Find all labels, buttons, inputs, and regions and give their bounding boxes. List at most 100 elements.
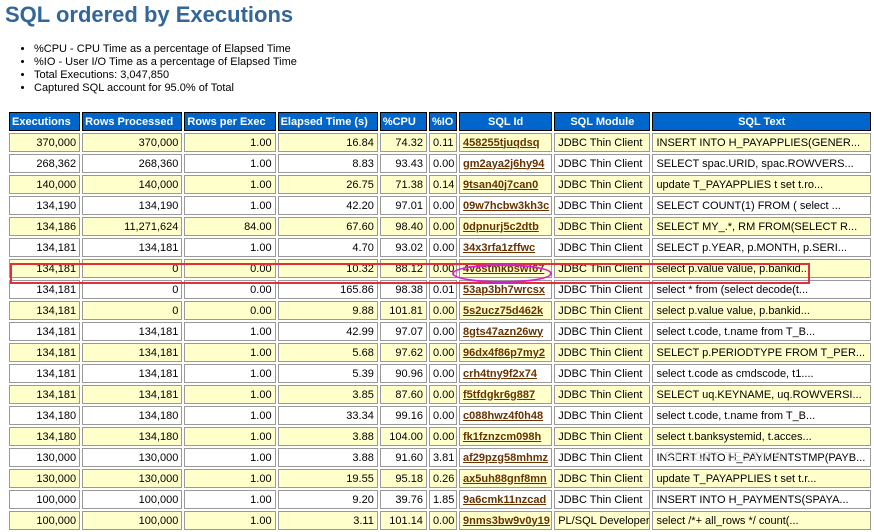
cell-rows-processed: 100,000 [82,511,183,530]
table-row: 134,181 134,181 1.00 5.39 90.96 0.00 crh4tny9f… [9,364,871,383]
cell-io: 0.00 [428,364,457,383]
cell-elapsed-time: 3.88 [277,448,378,467]
cell-cpu: 101.81 [379,301,427,320]
cell-sql-text: SELECT spac.URID, spac.ROWVERS... [652,154,871,173]
cell-sql-id: ax5uh88gnf8mn [459,469,553,488]
cell-rows-processed: 130,000 [82,469,183,488]
cell-rows-processed: 134,181 [82,238,183,257]
cell-elapsed-time: 165.86 [277,280,378,299]
sql-id-link[interactable]: 53ap3bh7wrcsx [463,284,545,296]
table-row: 134,181 134,181 1.00 5.68 97.62 0.00 96dx4f86p… [9,343,871,362]
cell-cpu: 74.32 [379,133,427,152]
sql-id-link[interactable]: 9tsan40j7can0 [463,179,538,191]
cell-cpu: 104.00 [379,427,427,446]
cell-io: 0.00 [428,343,457,362]
cell-sql-text: SELECT p.YEAR, p.MONTH, p.SERI... [652,238,871,257]
cell-sql-module: JDBC Thin Client [554,469,651,488]
note-total-executions: Total Executions: 3,047,850 [34,69,297,82]
cell-sql-module: JDBC Thin Client [554,196,651,215]
sql-id-link[interactable]: 458255tjuqdsq [463,137,539,149]
sql-id-link[interactable]: crh4tny9f2x74 [463,368,537,380]
cell-sql-text: select t.code, t.name from T_B... [652,322,871,341]
cell-sql-id: 8gts47azn26wy [459,322,553,341]
cell-elapsed-time: 10.32 [277,259,378,278]
header-sql-text: SQL Text [652,112,871,131]
cell-sql-text: select /*+ all_rows */ count(... [652,511,871,530]
sql-id-link[interactable]: gm2aya2j6hy94 [463,158,544,170]
sql-id-link[interactable]: 96dx4f86p7my2 [463,347,545,359]
cell-sql-text: SELECT uq.KEYNAME, uq.ROWVERSI... [652,385,871,404]
cell-elapsed-time: 3.11 [277,511,378,530]
cell-sql-text: select p.value value, p.bankid... [652,301,871,320]
cell-sql-module: JDBC Thin Client [554,280,651,299]
cell-cpu: 99.16 [379,406,427,425]
cell-sql-module: JDBC Thin Client [554,133,651,152]
sql-id-link[interactable]: 4v8stmkbswf67 [463,263,544,275]
cell-sql-id: 4v8stmkbswf67 [459,259,553,278]
cell-rows-per-exec: 1.00 [184,511,276,530]
sql-id-link[interactable]: ax5uh88gnf8mn [463,473,547,485]
cell-rows-processed: 134,181 [82,385,183,404]
cell-rows-processed: 268,360 [82,154,183,173]
cell-io: 0.00 [428,427,457,446]
sql-id-link[interactable]: c088hwz4f0h48 [463,410,543,422]
cell-elapsed-time: 19.55 [277,469,378,488]
cell-sql-id: fk1fznzcm098h [459,427,553,446]
cell-rows-processed: 370,000 [82,133,183,152]
cell-io: 0.11 [428,133,457,152]
cell-sql-text: update T_PAYAPPLIES t set t.r... [652,469,871,488]
cell-sql-id: 09w7hcbw3kh3c [459,196,553,215]
cell-io: 0.01 [428,280,457,299]
cell-cpu: 91.60 [379,448,427,467]
table-row: 134,180 134,180 1.00 3.88 104.00 0.00 fk1fznzc… [9,427,871,446]
cell-sql-module: JDBC Thin Client [554,322,651,341]
cell-sql-id: 0dpnurj5c2dtb [459,217,553,236]
cell-cpu: 87.60 [379,385,427,404]
table-row: 100,000 100,000 1.00 9.20 39.76 1.85 9a6cmk11n… [9,490,871,509]
sql-id-link[interactable]: 34x3rfa1zffwc [463,242,535,254]
table-row: 140,000 140,000 1.00 26.75 71.38 0.14 9tsan40j… [9,175,871,194]
cell-rows-per-exec: 1.00 [184,196,276,215]
cell-rows-per-exec: 1.00 [184,427,276,446]
cell-sql-text: select t.banksystemid, t.acces... [652,427,871,446]
header-rows-processed: Rows Processed [82,112,183,131]
cell-sql-id: 34x3rfa1zffwc [459,238,553,257]
cell-cpu: 39.76 [379,490,427,509]
cell-elapsed-time: 3.85 [277,385,378,404]
cell-elapsed-time: 5.68 [277,343,378,362]
cell-rows-processed: 134,181 [82,343,183,362]
sql-id-link[interactable]: 8gts47azn26wy [463,326,543,338]
sql-id-link[interactable]: 5s2ucz75d462k [463,305,543,317]
cell-cpu: 93.02 [379,238,427,257]
cell-sql-id: 96dx4f86p7my2 [459,343,553,362]
table-row: 100,000 100,000 1.00 3.11 101.14 0.00 9nms3bw9… [9,511,871,530]
sql-id-link[interactable]: 9nms3bw9v0y19 [463,515,550,527]
cell-executions: 134,180 [9,406,81,425]
cell-sql-text: INSERT INTO H_PAYMENTSTMP(PAYB... [652,448,871,467]
cell-elapsed-time: 26.75 [277,175,378,194]
sql-id-link[interactable]: af29pzg58mhmz [463,452,548,464]
sql-id-link[interactable]: 0dpnurj5c2dtb [463,221,539,233]
cell-sql-module: JDBC Thin Client [554,427,651,446]
sql-id-link[interactable]: 09w7hcbw3kh3c [463,200,549,212]
table-row: 130,000 130,000 1.00 19.55 95.18 0.26 ax5uh88g… [9,469,871,488]
cell-cpu: 93.43 [379,154,427,173]
sql-id-link[interactable]: f5tfdgkr6g887 [463,389,535,401]
header-elapsed-time: Elapsed Time (s) [277,112,378,131]
cell-sql-id: 9a6cmk11nzcad [459,490,553,509]
table-row: 134,190 134,190 1.00 42.20 97.01 0.00 09w7hcbw… [9,196,871,215]
header-io: %IO [428,112,457,131]
cell-elapsed-time: 42.20 [277,196,378,215]
header-sql-module: SQL Module [554,112,651,131]
cell-elapsed-time: 3.88 [277,427,378,446]
cell-executions: 140,000 [9,175,81,194]
sql-id-link[interactable]: fk1fznzcm098h [463,431,541,443]
cell-sql-module: JDBC Thin Client [554,385,651,404]
cell-io: 0.00 [428,322,457,341]
cell-elapsed-time: 33.34 [277,406,378,425]
cell-io: 0.00 [428,259,457,278]
sql-id-link[interactable]: 9a6cmk11nzcad [463,494,546,506]
cell-io: 0.00 [428,511,457,530]
cell-rows-per-exec: 0.00 [184,280,276,299]
cell-rows-processed: 0 [82,280,183,299]
